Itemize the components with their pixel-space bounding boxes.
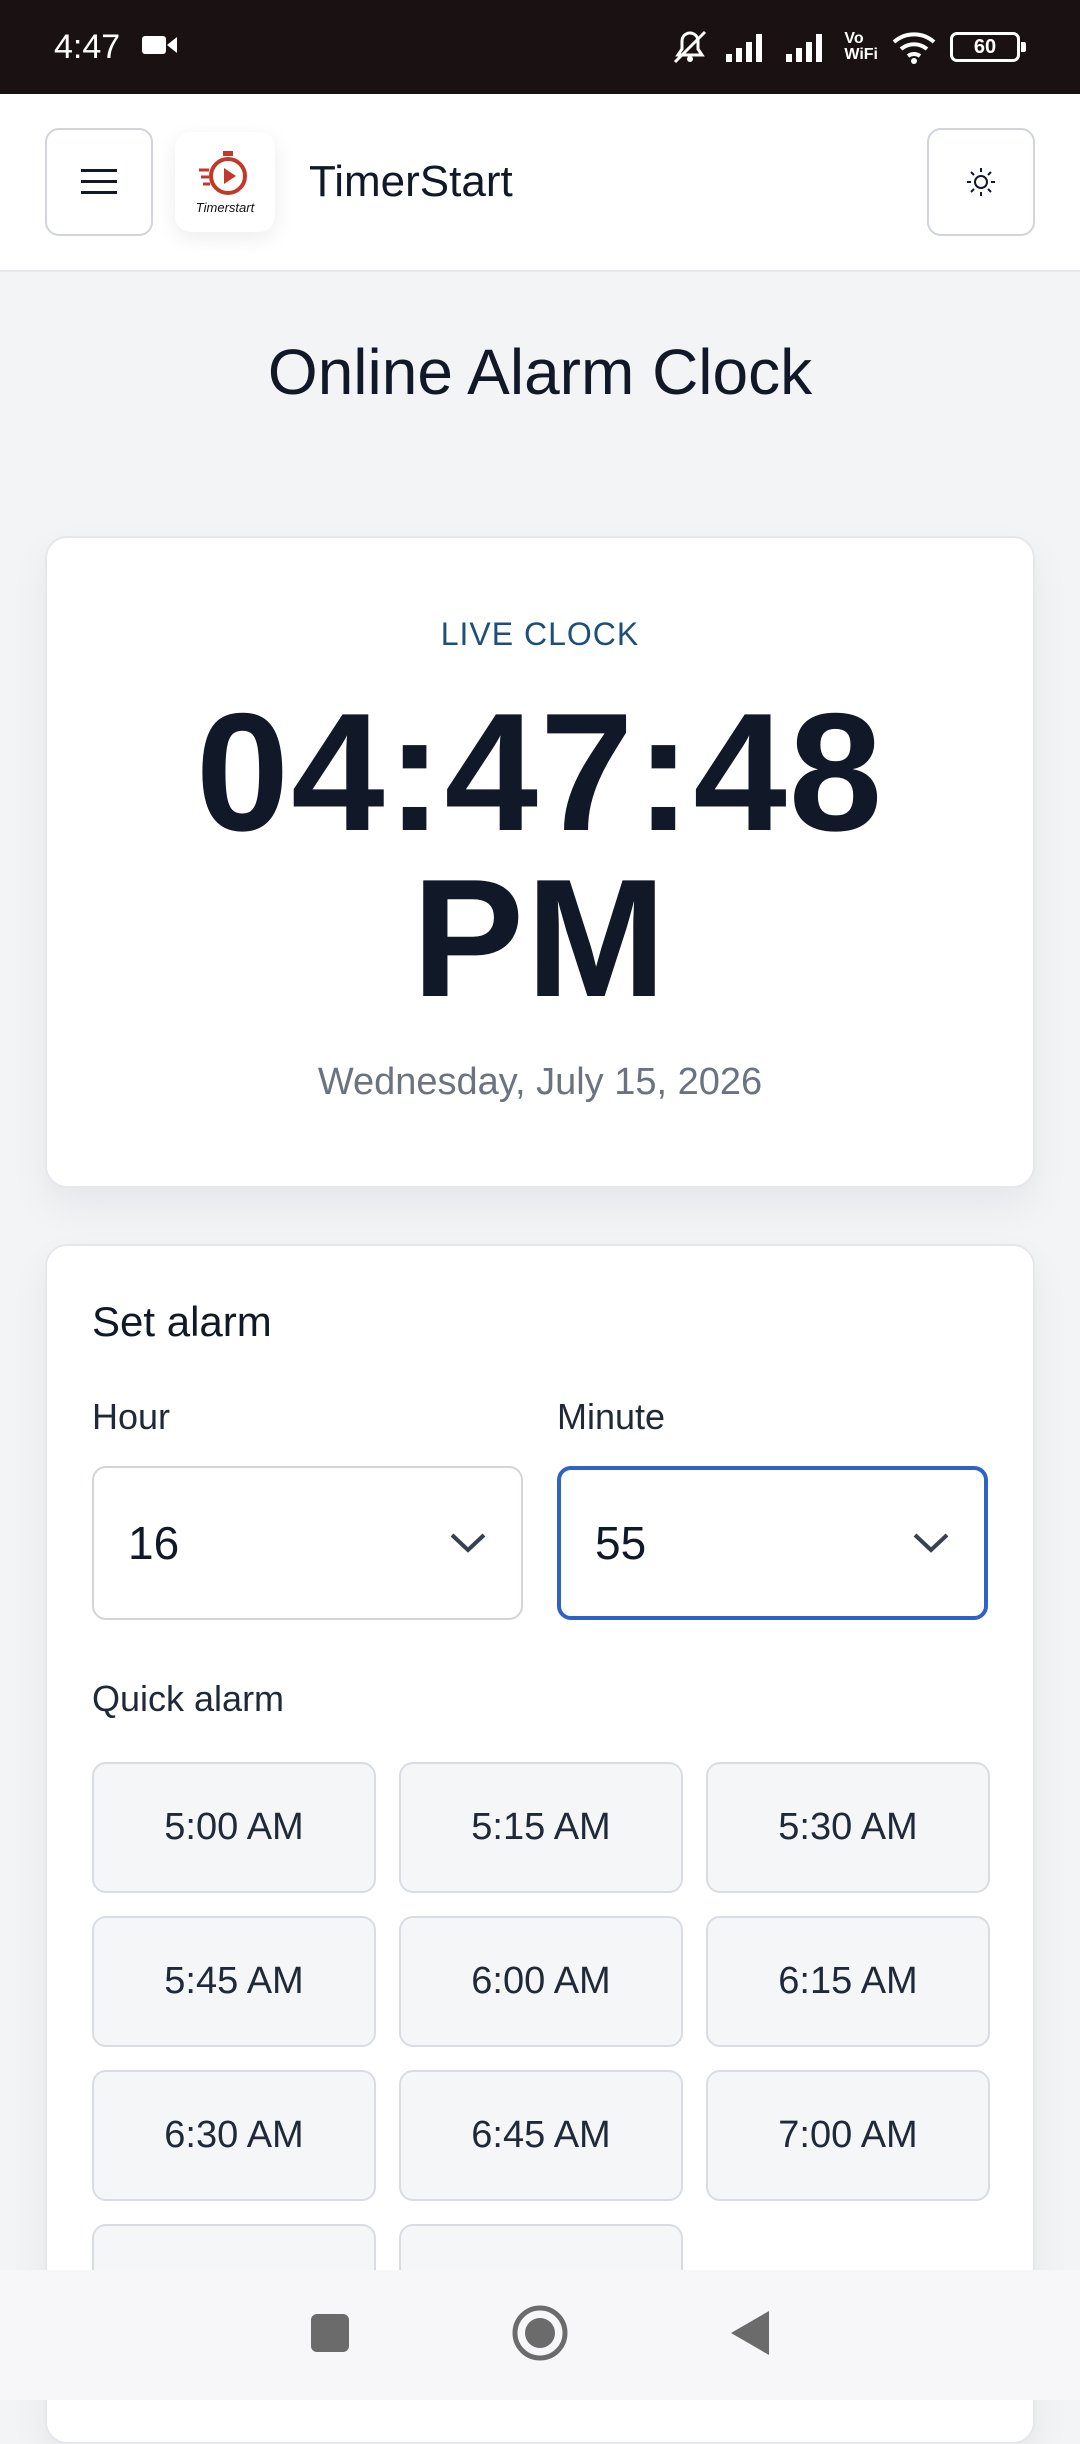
logo[interactable]: Timerstart [175, 132, 275, 232]
status-left: 4:47 [54, 28, 178, 67]
live-clock-card: LIVE CLOCK 04:47:48 PM Wednesday, July 1… [45, 536, 1035, 1188]
theme-toggle-button[interactable] [927, 128, 1035, 236]
hour-value: 16 [128, 1517, 180, 1569]
mute-icon [670, 29, 710, 65]
alarm-fields: Hour 16 Minute 55 [92, 1396, 988, 1620]
video-camera-icon [142, 33, 178, 62]
page-title: Online Alarm Clock [267, 336, 813, 408]
logo-text: Timerstart [195, 199, 255, 215]
set-alarm-card: Set alarm Hour 16 Minute 55 Quick alarm … [45, 1244, 1035, 2444]
quick-alarm-button[interactable]: 5:30 AM [706, 1762, 990, 1893]
wifi-icon [892, 30, 936, 64]
sun-icon [967, 168, 995, 196]
minute-value: 55 [595, 1517, 647, 1569]
vowifi-bottom: WiFi [844, 46, 878, 63]
signal-icon [784, 32, 830, 62]
signal-icon [724, 32, 770, 62]
back-button[interactable] [729, 2309, 771, 2362]
minute-select[interactable]: 55 [557, 1466, 988, 1620]
status-time: 4:47 [54, 27, 121, 66]
clock-time-period: PM [412, 844, 668, 1032]
system-nav-bar [0, 2270, 1080, 2400]
chevron-down-icon [913, 1533, 949, 1553]
back-icon [731, 2310, 769, 2355]
vowifi-icon: Vo WiFi [844, 31, 878, 63]
quick-alarm-title: Quick alarm [92, 1678, 285, 1719]
home-icon [512, 2305, 568, 2360]
recent-apps-button[interactable] [309, 2312, 351, 2359]
vowifi-top: Vo [844, 30, 864, 47]
clock-time: 04:47:48 PM [47, 678, 1033, 1032]
quick-alarm-button[interactable]: 5:00 AM [92, 1762, 376, 1893]
minute-field: Minute 55 [557, 1396, 988, 1620]
set-alarm-title: Set alarm [92, 1298, 272, 1345]
brand-name[interactable]: TimerStart [309, 157, 927, 207]
hour-select[interactable]: 16 [92, 1466, 523, 1620]
quick-alarm-button[interactable]: 5:15 AM [399, 1762, 683, 1893]
chevron-down-icon [450, 1533, 486, 1553]
clock-date: Wednesday, July 15, 2026 [317, 1061, 763, 1103]
quick-alarm-button[interactable]: 7:00 AM [706, 2070, 990, 2201]
recent-apps-icon [311, 2313, 349, 2352]
quick-alarm-button[interactable]: 5:45 AM [92, 1916, 376, 2047]
quick-alarm-button[interactable]: 6:30 AM [92, 2070, 376, 2201]
battery-icon: 60 [950, 32, 1026, 62]
quick-alarm-button[interactable]: 6:45 AM [399, 2070, 683, 2201]
app-header: Timerstart TimerStart [0, 94, 1080, 272]
status-bar: 4:47 Vo WiFi 60 [0, 0, 1080, 94]
live-clock-label: LIVE CLOCK [440, 616, 640, 652]
home-button[interactable] [511, 2304, 569, 2367]
status-right: Vo WiFi 60 [670, 29, 1026, 65]
menu-button[interactable] [45, 128, 153, 236]
minute-label: Minute [557, 1396, 666, 1437]
hamburger-menu-icon [81, 169, 117, 194]
hour-label: Hour [92, 1396, 171, 1437]
clock-time-digits: 04:47:48 [195, 678, 885, 866]
hour-field: Hour 16 [92, 1396, 523, 1620]
quick-alarm-button[interactable]: 6:15 AM [706, 1916, 990, 2047]
quick-alarm-grid: 5:00 AM 5:15 AM 5:30 AM 5:45 AM 6:00 AM … [92, 1762, 990, 2355]
quick-alarm-button[interactable]: 6:00 AM [399, 1916, 683, 2047]
stopwatch-play-icon [199, 150, 247, 195]
